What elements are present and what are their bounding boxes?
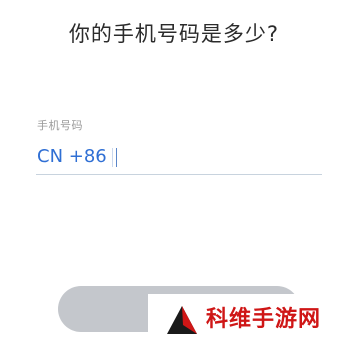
phone-number-form: 手机号码 CN +86 [36,118,322,178]
phone-number-screen: 你的手机号码是多少? 手机号码 CN +86 科维手游网 [0,0,348,346]
phone-number-label: 手机号码 [37,119,83,132]
country-code-selector[interactable]: CN +86 [37,145,107,169]
phone-number-field[interactable]: CN +86 [36,144,322,175]
triangle-logo-icon [167,306,197,334]
text-cursor-shadow [112,148,113,167]
watermark-text: 科维手游网 [206,307,322,332]
text-cursor [116,148,117,167]
watermark: 科维手游网 [148,294,348,346]
page-title: 你的手机号码是多少? [68,22,280,46]
